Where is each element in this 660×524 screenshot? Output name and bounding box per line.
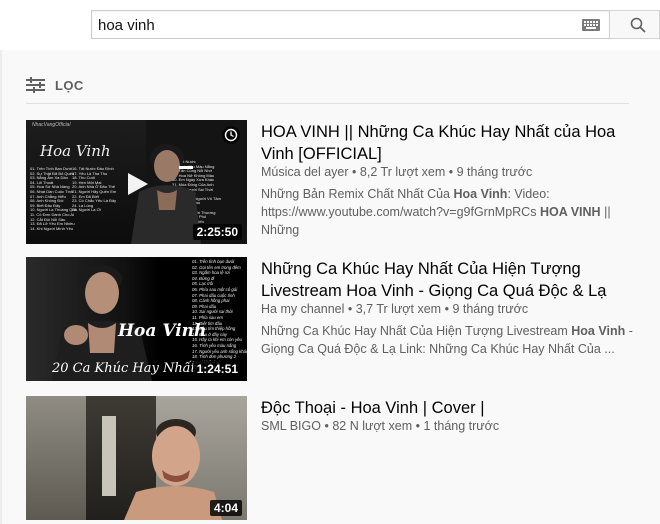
channel-name[interactable]: Música del ayer — [261, 165, 349, 179]
sidebar-edge — [0, 50, 2, 524]
duration-badge: 2:25:50 — [192, 224, 242, 240]
video-description: Những Bản Remix Chất Nhất Của Hoa Vinh: … — [261, 187, 611, 237]
channel-name[interactable]: Ha my channel — [261, 302, 344, 316]
video-meta: SML BIGO • 82 N lượt xem • 1 tháng trước — [261, 418, 499, 435]
thumb-subtitle-text: 20 Ca Khúc Hay Nhất — [52, 361, 196, 376]
thumb-title-text: Hoa Vinh — [40, 142, 111, 160]
upload-age: 1 tháng trước — [423, 419, 500, 433]
video-title[interactable]: Độc Thoại - Hoa Vinh | Cover | — [261, 397, 633, 419]
masthead — [0, 0, 660, 50]
video-meta: Ha my channel • 3,7 Tr lượt xem • 9 thán… — [261, 301, 528, 318]
divider — [26, 103, 629, 104]
channel-name[interactable]: SML BIGO — [261, 419, 321, 433]
thumb-tracklist: 01. Trên Tình Bạn Dưới 02. Sự Thật Đã Bỏ … — [30, 166, 77, 231]
meta-separator: • — [352, 165, 357, 179]
view-count: 82 N lượt xem — [332, 419, 413, 433]
video-result: NhacVangOfficial Hoa Vinh 01. Trên Tình … — [26, 120, 636, 246]
video-meta: Música del ayer • 8,2 Tr lượt xem • 9 th… — [261, 164, 532, 181]
upload-age: 9 tháng trước — [452, 302, 529, 316]
duration-badge: 4:04 — [209, 500, 242, 516]
filter-label: LỌC — [55, 77, 84, 93]
filter-sliders-icon — [26, 77, 45, 93]
thumb-tracklist: 01. Trên tình bạn dưới 02. Gọi tên em tro… — [192, 259, 247, 370]
meta-separator: • — [324, 419, 329, 433]
search-button[interactable] — [609, 10, 660, 39]
video-result: 01. Trên tình bạn dưới 02. Gọi tên em tro… — [26, 257, 636, 383]
search-icon — [630, 17, 646, 33]
search-box[interactable] — [91, 10, 609, 39]
video-title[interactable]: Những Ca Khúc Hay Nhất Của Hiện Tượng Li… — [261, 258, 633, 302]
search-input[interactable] — [98, 14, 568, 36]
video-thumbnail[interactable]: 4:04 — [26, 396, 247, 520]
video-thumbnail[interactable]: 01. Trên tình bạn dưới 02. Gọi tên em tro… — [26, 257, 247, 381]
thumb-channel-text: NhacVangOfficial — [32, 122, 71, 128]
meta-separator: • — [448, 165, 454, 179]
meta-separator: • — [415, 419, 420, 433]
duration-badge: 1:24:51 — [192, 361, 242, 377]
watch-later-icon[interactable] — [222, 126, 240, 144]
thumb-title-text: Hoa Vinh — [118, 321, 207, 341]
singer-figure — [102, 416, 222, 520]
filter-button[interactable]: LỌC — [26, 74, 84, 96]
play-icon — [128, 173, 148, 195]
view-count: 8,2 Tr lượt xem — [359, 165, 446, 179]
video-thumbnail[interactable]: NhacVangOfficial Hoa Vinh 01. Trên Tình … — [26, 120, 247, 244]
thumb-tracklist: 16. Tát Nước Đầu Đình 17. Yêu Là Tha Thu 1… — [72, 166, 117, 213]
meta-separator: • — [347, 302, 353, 316]
video-title[interactable]: HOA VINH || Những Ca Khúc Hay Nhất của H… — [261, 121, 633, 165]
view-count: 3,7 Tr lượt xem — [355, 302, 442, 316]
video-description: Những Ca Khúc Hay Nhất Của Hiện Tượng Li… — [261, 324, 633, 356]
video-result: 4:04 Độc Thoại - Hoa Vinh | Cover | SML … — [26, 396, 636, 522]
keyboard-icon[interactable] — [582, 19, 600, 31]
upload-age: 9 tháng trước — [456, 165, 533, 179]
meta-separator: • — [444, 302, 449, 316]
